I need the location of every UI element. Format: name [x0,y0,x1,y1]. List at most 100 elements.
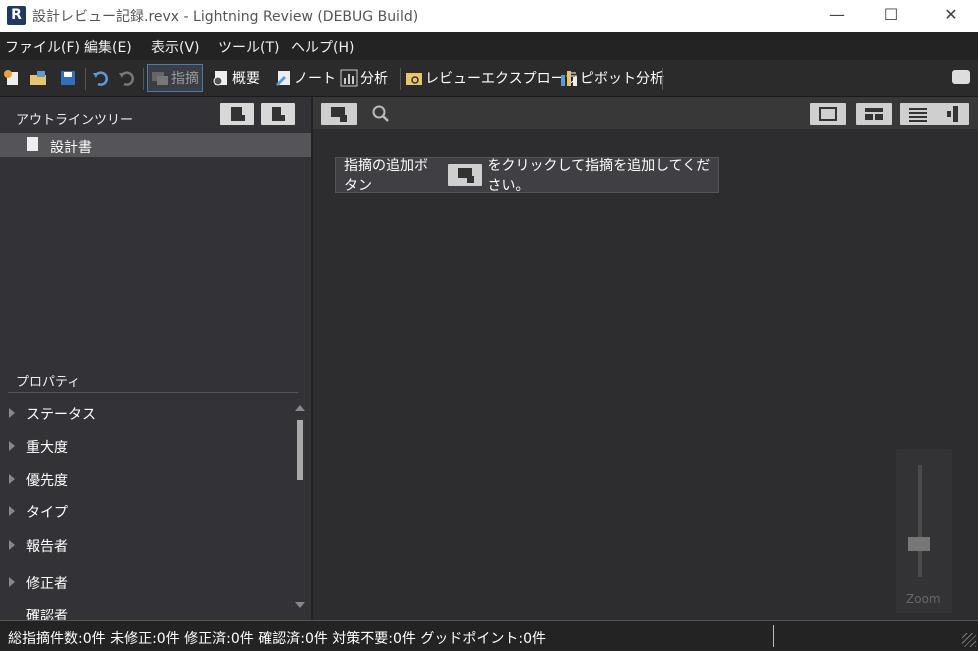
window-title: 設計レビュー記録.revx - Lightning Review (DEBUG … [32,9,419,25]
zoom-control: Zoom [896,449,952,613]
expand-icon[interactable] [9,577,15,587]
explorer-icon [406,73,422,85]
property-fixer[interactable]: 修正者 [26,573,68,593]
app-icon: R [7,6,26,25]
add-remark-icon [457,168,474,183]
resize-grip-icon[interactable] [962,633,976,647]
undo-icon [93,71,108,86]
status-separator [773,625,774,647]
add-document-button[interactable] [220,103,254,125]
add-remark-icon [331,107,347,122]
hint-text-after: をクリックして指摘を追加してください。 [487,158,711,194]
toolbar-separator [85,68,86,90]
add-remark-hint-button[interactable] [447,164,482,186]
toolbar-separator [400,68,401,90]
zoom-label: Zoom [906,592,941,606]
scroll-down-arrow[interactable] [295,602,305,608]
scrollbar-thumb[interactable] [297,420,303,480]
layout-list-button[interactable] [900,103,936,125]
property-type[interactable]: タイプ [26,502,68,522]
analysis-label: 分析 [360,71,388,87]
property-reporter[interactable]: 報告者 [26,536,68,556]
add-bookmark-icon [272,107,285,121]
note-button[interactable]: ノート [274,66,336,90]
menu-edit[interactable]: 編集(E) [84,37,132,57]
toolbar-separator [143,68,144,90]
pivot-chart-icon [561,71,577,86]
property-checker[interactable]: 確認者 [26,609,68,620]
zoom-slider-thumb[interactable] [908,537,930,551]
status-bar: 総指摘件数:0件 未修正:0件 修正済:0件 確認済:0件 対策不要:0件 グッ… [0,620,978,651]
open-folder-icon [30,71,46,85]
tree-item-label: 設計書 [50,140,92,156]
tree-item[interactable]: 設計書 [0,133,311,157]
overview-button[interactable]: 概要 [212,66,260,90]
pivot-analysis-label: ピボット分析 [580,71,664,87]
menu-view[interactable]: 表示(V) [151,37,200,57]
list-icon [909,108,927,122]
search-button[interactable] [371,104,391,128]
expand-icon[interactable] [9,474,15,484]
expand-icon[interactable] [9,540,15,550]
overview-icon [213,71,227,86]
overview-label: 概要 [232,71,260,87]
left-pane: アウトラインツリー 設計書 プロパティ ステータス 重大度 優先度 タイプ 報告… [0,97,311,620]
menu-tools[interactable]: ツール(T) [218,37,279,57]
add-bookmark-button[interactable] [261,103,295,125]
main-area: 指摘の追加ボタン をクリックして指摘を追加してください。 Zoom [313,97,978,620]
scroll-up-arrow[interactable] [295,405,305,411]
menu-file[interactable]: ファイル(F) [5,37,80,57]
remarks-button[interactable]: 指摘 [147,64,203,92]
add-document-icon [231,107,245,121]
open-button[interactable] [29,66,49,90]
review-explorer-button[interactable]: レビューエクスプローラ [405,66,579,90]
expand-icon[interactable] [9,441,15,451]
divider [8,392,298,393]
hint-text-before: 指摘の追加ボタン [344,158,428,194]
note-label: ノート [294,71,336,87]
save-button[interactable] [59,66,79,90]
menu-help[interactable]: ヘルプ(H) [291,37,354,57]
note-icon [276,71,290,86]
minimize-button[interactable]: — [814,0,860,32]
analysis-button[interactable]: 分析 [340,66,388,90]
toolbar-separator [662,68,663,90]
expand-icon[interactable] [9,408,15,418]
property-severity[interactable]: 重大度 [26,437,68,457]
layout-side-button[interactable] [935,103,969,125]
add-remark-button[interactable] [321,103,357,125]
side-panel-icon [947,106,958,122]
new-button[interactable] [3,66,23,90]
toolbar: 指摘 概要 ノート 分析 レビューエクスプローラ ピボット分析 [0,60,978,97]
fit-screen-icon [819,107,837,121]
property-priority[interactable]: 優先度 [26,470,68,490]
close-button[interactable]: ✕ [928,0,974,32]
redo-icon [119,71,134,86]
layout-split-icon [865,108,883,120]
redo-button[interactable] [118,66,138,90]
layout-split-button[interactable] [856,103,892,125]
document-icon [27,137,38,151]
properties-header: プロパティ [16,375,81,390]
main-toolbar [313,97,978,129]
maximize-button[interactable]: ☐ [868,0,914,32]
outline-tree-header: アウトラインツリー [16,113,134,128]
status-summary: 総指摘件数:0件 未修正:0件 修正済:0件 確認済:0件 対策不要:0件 グッ… [8,631,546,647]
menu-bar: ファイル(F) 編集(E) 表示(V) ツール(T) ヘルプ(H) [0,32,978,60]
remarks-label: 指摘 [171,71,199,87]
bar-chart-icon [340,69,358,87]
review-explorer-label: レビューエクスプローラ [425,71,579,87]
pivot-analysis-button[interactable]: ピボット分析 [560,66,664,90]
feedback-icon[interactable] [952,70,970,84]
save-icon [61,71,75,85]
add-remark-hint: 指摘の追加ボタン をクリックして指摘を追加してください。 [335,157,719,194]
undo-button[interactable] [92,66,112,90]
remarks-icon [152,72,168,85]
zoom-slider-track[interactable] [918,465,922,577]
property-status[interactable]: ステータス [26,404,96,424]
fit-screen-button[interactable] [810,103,846,125]
new-file-icon [4,70,18,85]
search-icon [372,105,389,122]
expand-icon[interactable] [9,506,15,516]
title-bar: R 設計レビュー記録.revx - Lightning Review (DEBU… [0,0,978,32]
